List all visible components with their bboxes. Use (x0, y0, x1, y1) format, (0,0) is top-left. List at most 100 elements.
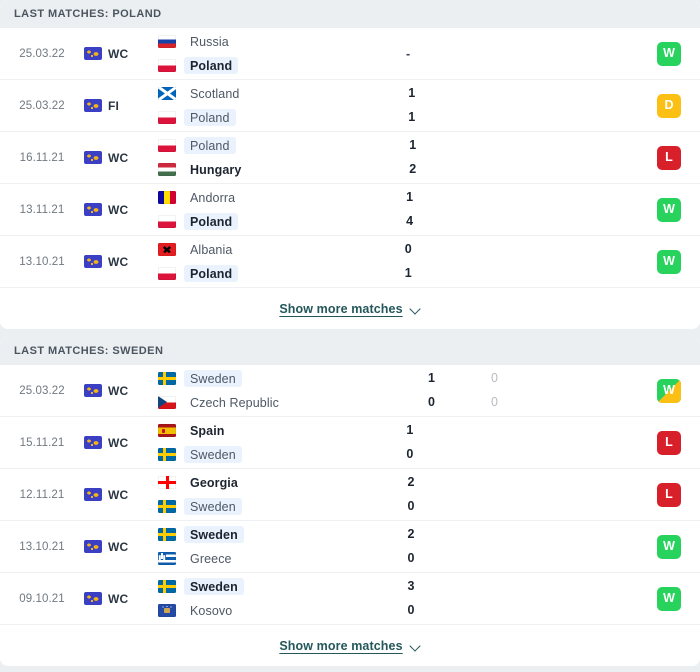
match-row[interactable]: 09.10.21 WC Sweden Kosovo 3 0 W (0, 573, 700, 625)
status-badge: W (657, 586, 681, 611)
score-secondary-away (443, 213, 503, 230)
score-secondary-column (443, 422, 503, 463)
show-more-label: Show more matches (279, 638, 403, 653)
section-sweden: LAST MATCHES: SWEDEN 25.03.22 WC Sweden Czec… (0, 337, 700, 666)
team-name: Albania (190, 242, 233, 257)
status-badge-label: W (663, 539, 675, 554)
match-row[interactable]: 25.03.22 WC Sweden Czech Republic 1 0 0 0 W (0, 365, 700, 417)
team-away[interactable]: Hungary (158, 161, 380, 178)
competition[interactable]: WC (84, 540, 150, 554)
competition[interactable]: WC (84, 592, 150, 606)
competition[interactable]: FI (84, 99, 150, 113)
show-more-matches-button[interactable]: Show more matches (0, 625, 700, 666)
team-away[interactable]: Kosovo (158, 602, 378, 619)
score-column: 20 (378, 526, 444, 567)
status-badge: W (657, 249, 681, 274)
match-date: 15.11.21 (19, 436, 65, 449)
score-secondary-away (444, 498, 504, 515)
score-column: 30 (378, 578, 444, 619)
world-cup-globe-icon (84, 540, 102, 553)
score-away: 0 (407, 499, 415, 513)
section-header: LAST MATCHES: POLAND (0, 0, 700, 28)
team-away[interactable]: Poland (158, 265, 375, 282)
match-row[interactable]: 13.10.21 WC Sweden Greece 2 0 W (0, 521, 700, 573)
competition[interactable]: WC (84, 384, 150, 398)
team-name: Spain (190, 423, 225, 438)
match-row[interactable]: 15.11.21 WC Spain Sweden 1 0 L (0, 417, 700, 469)
status-badge-label: W (663, 591, 675, 606)
score-away: 0 (407, 551, 415, 565)
score-column: 10 (377, 422, 443, 463)
team-home[interactable]: Spain (158, 422, 377, 439)
team-away[interactable]: Czech Republic (158, 394, 398, 411)
section-header: LAST MATCHES: SWEDEN (0, 337, 700, 365)
chevron-down-icon (410, 642, 421, 649)
score-secondary-home (444, 474, 504, 491)
score-away: 0 (407, 603, 415, 617)
team-home[interactable]: Poland (158, 137, 380, 154)
competition-label: WC (108, 435, 129, 450)
teams-column: Andorra Poland (150, 189, 377, 230)
last-matches-page: LAST MATCHES: POLAND 25.03.22 WC Russia Pola… (0, 0, 700, 672)
match-row[interactable]: 12.11.21 WC Georgia Sweden 2 0 L (0, 469, 700, 521)
score-secondary-column (441, 241, 501, 282)
team-home[interactable]: Sweden (158, 370, 398, 387)
competition[interactable]: WC (84, 488, 150, 502)
flag-icon-sweden (158, 528, 176, 541)
teams-column: Poland Hungary (150, 137, 380, 178)
score-secondary-away (443, 446, 503, 463)
match-date: 13.10.21 (19, 255, 65, 268)
team-home[interactable]: Georgia (158, 474, 378, 491)
team-away[interactable]: Poland (158, 213, 377, 230)
match-row[interactable]: 13.11.21 WC Andorra Poland 1 4 W (0, 184, 700, 236)
team-home[interactable]: Andorra (158, 189, 377, 206)
team-home[interactable]: Albania (158, 241, 375, 258)
competition[interactable]: WC (84, 203, 150, 217)
team-home[interactable]: Russia (158, 33, 375, 50)
section-title: LAST MATCHES: POLAND (14, 8, 162, 20)
status-badge-label: W (663, 202, 675, 217)
status-badge: L (657, 145, 681, 170)
team-away[interactable]: Greece (158, 550, 378, 567)
flag-icon-sweden (158, 500, 176, 513)
score-home: 1 (406, 423, 414, 437)
score-secondary-away (444, 550, 504, 567)
teams-column: Scotland Poland (150, 85, 379, 126)
score-home: 1 (406, 190, 414, 204)
team-name: Poland (184, 109, 236, 126)
team-home[interactable]: Scotland (158, 85, 379, 102)
match-row[interactable]: 25.03.22 FI Scotland Poland 1 1 D (0, 80, 700, 132)
team-home[interactable]: Sweden (158, 578, 378, 595)
team-away[interactable]: Sweden (158, 446, 377, 463)
team-away[interactable]: Poland (158, 109, 379, 126)
result-column: W (638, 41, 700, 66)
score-home: 1 (408, 86, 416, 100)
match-row[interactable]: 25.03.22 WC Russia Poland - W (0, 28, 700, 80)
score-column: 12 (380, 137, 446, 178)
status-badge: W (657, 378, 682, 403)
competition[interactable]: WC (84, 255, 150, 269)
score-home: 0 (404, 242, 412, 256)
score-home: 3 (407, 579, 415, 593)
match-row[interactable]: 13.10.21 WC Albania Poland 0 1 W (0, 236, 700, 288)
result-column: W (638, 586, 700, 611)
competition[interactable]: WC (84, 151, 150, 165)
status-badge-label: L (665, 150, 673, 165)
score-secondary-home: 0 (491, 371, 498, 385)
competition[interactable]: WC (84, 47, 150, 61)
show-more-matches-button[interactable]: Show more matches (0, 288, 700, 329)
team-home[interactable]: Sweden (158, 526, 378, 543)
flag-icon-poland (158, 267, 176, 280)
team-away[interactable]: Poland (158, 57, 375, 74)
team-away[interactable]: Sweden (158, 498, 378, 515)
competition-label: WC (108, 591, 129, 606)
match-date: 13.11.21 (19, 203, 65, 216)
world-cup-globe-icon (84, 255, 102, 268)
flag-icon-andorra (158, 191, 176, 204)
competition[interactable]: WC (84, 436, 150, 450)
team-name: Russia (190, 34, 229, 49)
match-date: 16.11.21 (19, 151, 65, 164)
match-row[interactable]: 16.11.21 WC Poland Hungary 1 2 L (0, 132, 700, 184)
score-secondary-column: 00 (464, 370, 524, 411)
score-home: 2 (407, 475, 415, 489)
